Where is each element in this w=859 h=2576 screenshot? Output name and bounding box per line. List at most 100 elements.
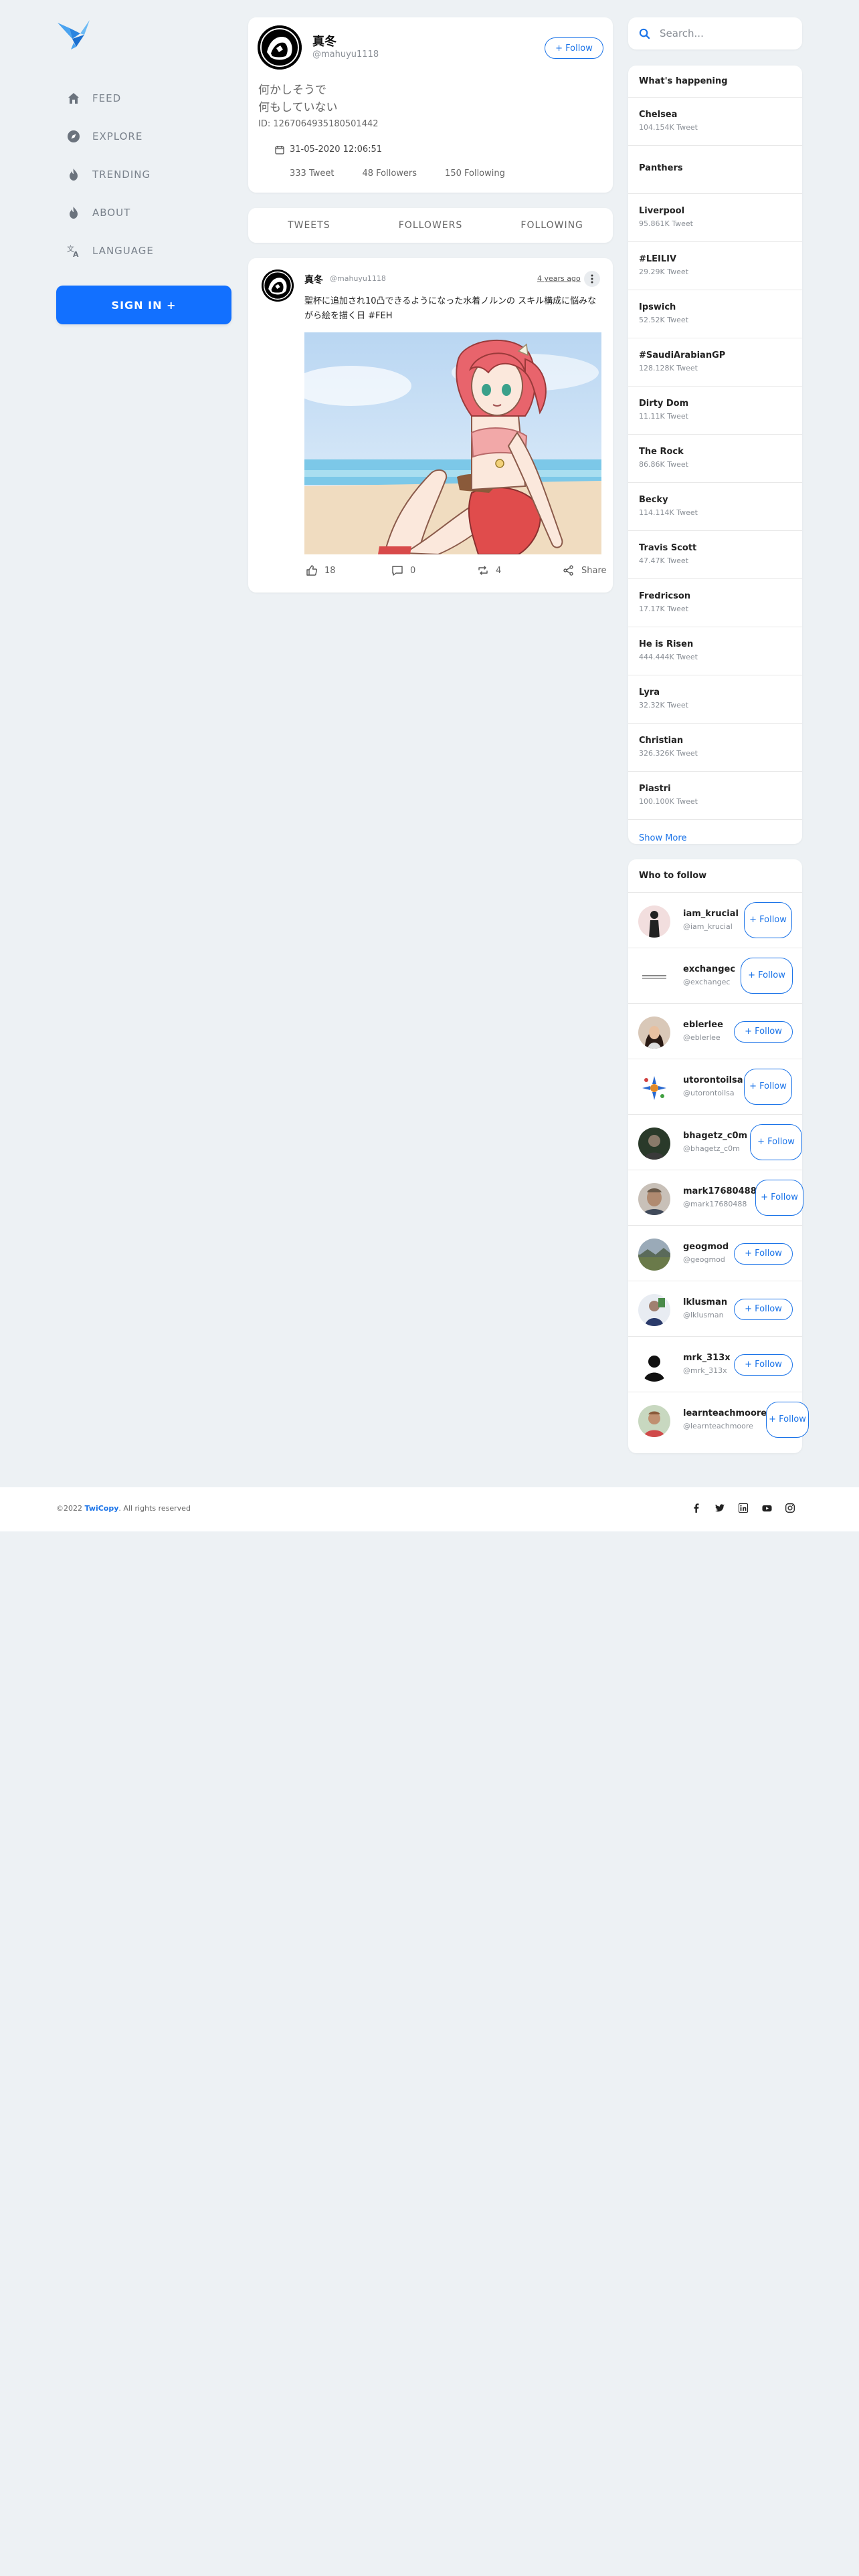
search-bar[interactable] xyxy=(628,17,802,49)
avatar[interactable] xyxy=(638,1183,670,1215)
trend-name: Liverpool xyxy=(639,206,685,216)
trend-item[interactable]: He is Risen 444.444K Tweet xyxy=(628,627,802,675)
avatar[interactable] xyxy=(638,905,670,938)
follow-suggestion: mrk_313x @mrk_313x + Follow xyxy=(628,1337,802,1392)
trend-name: Panthers xyxy=(639,163,683,173)
user-name: utorontoilsa xyxy=(683,1075,743,1085)
trend-item[interactable]: Dirty Dom 11.11K Tweet xyxy=(628,387,802,435)
follow-button[interactable]: + Follow xyxy=(766,1402,809,1438)
twitter-icon[interactable] xyxy=(714,1502,726,1514)
trend-name: Lyra xyxy=(639,687,660,697)
sidebar-item-label: TRENDING xyxy=(92,168,151,181)
follow-button[interactable]: + Follow xyxy=(734,1021,793,1043)
follow-button[interactable]: + Follow xyxy=(755,1180,803,1216)
trend-name: Chelsea xyxy=(639,110,678,120)
like-count: 18 xyxy=(324,565,336,576)
tab-followers[interactable]: FOLLOWERS xyxy=(370,220,492,231)
trend-item[interactable]: #LEILIV 29.29K Tweet xyxy=(628,242,802,290)
follow-button[interactable]: + Follow xyxy=(734,1299,793,1320)
more-options-icon[interactable] xyxy=(584,271,600,287)
sidebar-item-label: FEED xyxy=(92,92,122,104)
avatar[interactable] xyxy=(638,1016,670,1049)
tweet-card: 真冬 @mahuyu1118 4 years ago 聖杯に追加され10凸できる… xyxy=(248,258,613,593)
user-handle: @mrk_313x xyxy=(683,1366,727,1375)
follow-button[interactable]: + Follow xyxy=(741,958,793,994)
avatar[interactable] xyxy=(262,270,294,302)
like-button[interactable]: 18 xyxy=(306,564,336,576)
user-name: geogmod xyxy=(683,1242,729,1252)
trend-item[interactable]: #SaudiArabianGP 128.128K Tweet xyxy=(628,338,802,387)
trend-item[interactable]: Ipswich 52.52K Tweet xyxy=(628,290,802,338)
follow-button[interactable]: + Follow xyxy=(750,1124,802,1160)
profile-handle: @mahuyu1118 xyxy=(312,49,379,60)
follow-button[interactable]: + Follow xyxy=(734,1354,793,1376)
trend-name: Becky xyxy=(639,495,668,505)
trend-item[interactable]: Chelsea 104.154K Tweet xyxy=(628,98,802,146)
retweet-count: 4 xyxy=(496,565,502,576)
trend-item[interactable]: Liverpool 95.861K Tweet xyxy=(628,194,802,242)
profile-name: 真冬 xyxy=(312,35,337,49)
share-button[interactable]: Share xyxy=(563,564,607,576)
facebook-icon[interactable] xyxy=(690,1502,702,1514)
bird-logo-icon[interactable] xyxy=(56,19,91,49)
user-handle: @learnteachmoore xyxy=(683,1422,753,1430)
sidebar-item-language[interactable]: 文A LANGUAGE xyxy=(56,231,231,270)
panel-title: Who to follow xyxy=(628,859,802,893)
sidebar-item-feed[interactable]: FEED xyxy=(56,79,231,117)
avatar[interactable] xyxy=(638,1072,670,1104)
follow-suggestion: mark17680488 @mark17680488 + Follow xyxy=(628,1170,803,1226)
avatar[interactable] xyxy=(638,1239,670,1271)
trend-item[interactable]: Piastri 100.100K Tweet xyxy=(628,772,802,820)
user-name: learnteachmoore xyxy=(683,1408,767,1418)
user-name: exchangec xyxy=(683,964,736,974)
trend-item[interactable]: Fredricson 17.17K Tweet xyxy=(628,579,802,627)
sign-in-button[interactable]: SIGN IN + xyxy=(56,286,231,324)
tab-tweets[interactable]: TWEETS xyxy=(248,220,370,231)
comment-button[interactable]: 0 xyxy=(391,564,415,576)
tweet-timestamp[interactable]: 4 years ago xyxy=(537,274,581,283)
flame-icon xyxy=(70,168,78,181)
linkedin-icon[interactable] xyxy=(737,1502,749,1514)
follow-button[interactable]: + Follow xyxy=(744,902,792,938)
trend-item[interactable]: Lyra 32.32K Tweet xyxy=(628,675,802,724)
instagram-icon[interactable] xyxy=(784,1502,796,1514)
trend-count: 29.29K Tweet xyxy=(639,267,688,276)
avatar[interactable] xyxy=(638,1405,670,1437)
follow-button[interactable]: + Follow xyxy=(545,37,603,59)
avatar[interactable] xyxy=(638,1294,670,1326)
profile-bio-line: 何もしていない xyxy=(258,101,338,114)
youtube-icon[interactable] xyxy=(761,1502,773,1514)
avatar[interactable] xyxy=(258,25,302,70)
share-icon xyxy=(563,565,573,576)
trend-item[interactable]: The Rock 86.86K Tweet xyxy=(628,435,802,483)
profile-id: ID: 1267064935180501442 xyxy=(258,119,379,129)
user-name: bhagetz_c0m xyxy=(683,1131,748,1141)
left-sidebar: FEED EXPLORE TRENDING ABOUT 文A LANGUAGE … xyxy=(56,19,231,324)
retweet-button[interactable]: 4 xyxy=(477,564,501,576)
copyright-prefix: ©2022 xyxy=(56,1504,85,1513)
sidebar-item-label: EXPLORE xyxy=(92,130,143,142)
follow-button[interactable]: + Follow xyxy=(744,1069,792,1105)
follow-button[interactable]: + Follow xyxy=(734,1243,793,1265)
tweet-image[interactable] xyxy=(304,332,601,554)
trend-item[interactable]: Panthers xyxy=(628,146,802,194)
trend-item[interactable]: Becky 114.114K Tweet xyxy=(628,483,802,531)
follow-suggestion: utorontoilsa @utorontoilsa + Follow xyxy=(628,1059,802,1115)
joined-date: 31-05-2020 12:06:51 xyxy=(290,144,383,154)
avatar[interactable] xyxy=(638,961,670,993)
brand-link[interactable]: TwiCopy xyxy=(85,1504,119,1513)
trend-item[interactable]: Travis Scott 47.47K Tweet xyxy=(628,531,802,579)
avatar[interactable] xyxy=(638,1128,670,1160)
tweet-count: 333 Tweet xyxy=(290,169,335,179)
trend-item[interactable]: Christian 326.326K Tweet xyxy=(628,724,802,772)
search-input[interactable] xyxy=(660,27,787,39)
sidebar-item-trending[interactable]: TRENDING xyxy=(56,155,231,193)
trend-count: 100.100K Tweet xyxy=(639,797,698,806)
sidebar-item-about[interactable]: ABOUT xyxy=(56,193,231,231)
sidebar-item-explore[interactable]: EXPLORE xyxy=(56,117,231,155)
comment-count: 0 xyxy=(410,565,416,576)
show-more-link[interactable]: Show More xyxy=(628,820,802,844)
tab-following[interactable]: FOLLOWING xyxy=(491,220,613,231)
avatar[interactable] xyxy=(638,1350,670,1382)
trend-name: He is Risen xyxy=(639,639,694,649)
